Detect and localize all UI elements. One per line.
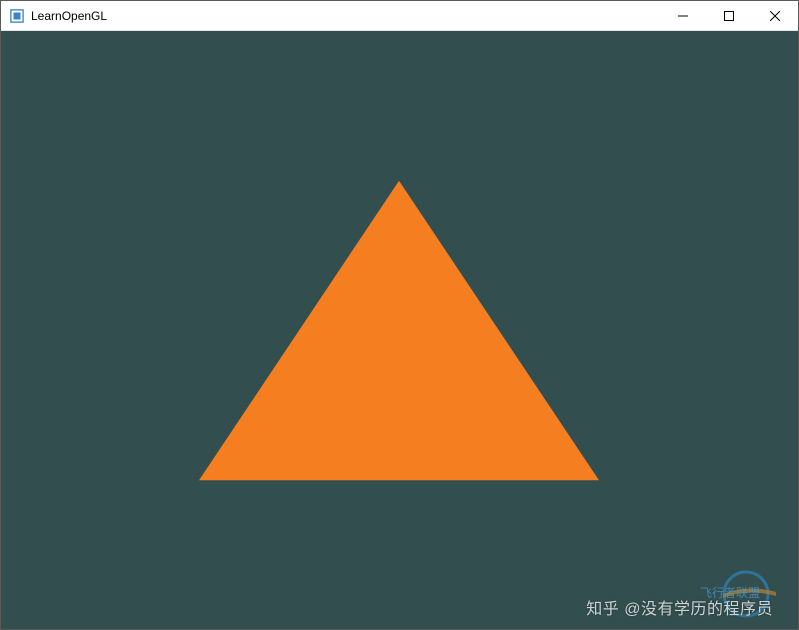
opengl-canvas: 飞行者联盟 知乎 @没有学历的程序员 bbox=[1, 31, 798, 629]
maximize-button[interactable] bbox=[706, 1, 752, 30]
rendered-triangle bbox=[1, 31, 798, 629]
app-icon bbox=[9, 8, 25, 24]
window-title: LearnOpenGL bbox=[31, 9, 107, 23]
titlebar-left: LearnOpenGL bbox=[1, 8, 107, 24]
minimize-button[interactable] bbox=[660, 1, 706, 30]
window-controls bbox=[660, 1, 798, 30]
close-button[interactable] bbox=[752, 1, 798, 30]
window-titlebar[interactable]: LearnOpenGL bbox=[1, 1, 798, 31]
application-window: LearnOpenGL bbox=[0, 0, 799, 630]
